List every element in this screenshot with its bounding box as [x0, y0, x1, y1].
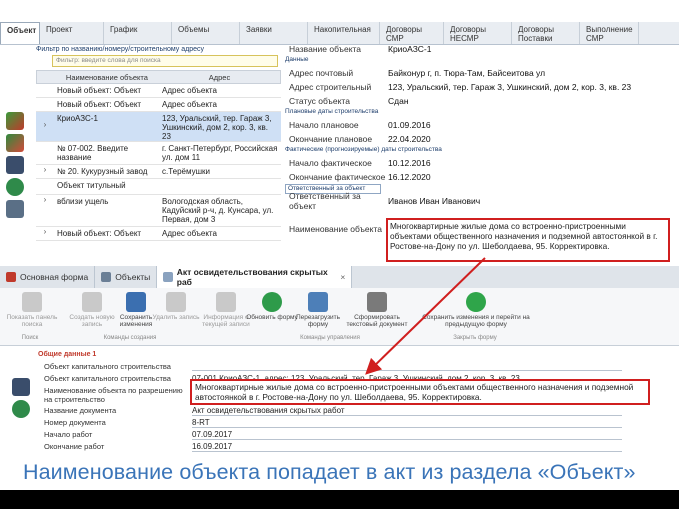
object-details: Название объекта КриоАЗС-1 Данные Адрес п…	[283, 42, 679, 236]
field-start: Начало работ 07.09.2017	[44, 430, 622, 440]
bottom-bar	[0, 490, 679, 509]
table-row[interactable]: › вблизи ущель Вологодская область, Кадуйс…	[36, 195, 281, 227]
group-data: Данные	[285, 56, 309, 63]
table-row[interactable]: № 07-002. Введите название г. Санкт-Петер…	[36, 142, 281, 165]
document-icon	[163, 272, 173, 282]
ribbon-toolbar: Показать панель поиска Создать новую зап…	[0, 288, 679, 346]
object-screen: Объект Проект График Объемы Заявки Накоп…	[0, 0, 679, 262]
info-icon	[216, 292, 236, 312]
printer-icon	[367, 292, 387, 312]
new-record-icon	[82, 292, 102, 312]
field-doc-number: Номер документа 8-RT	[44, 418, 622, 428]
field-end: Окончание работ 16.09.2017	[44, 442, 622, 452]
tab-project[interactable]: Проект	[40, 22, 104, 44]
table-row[interactable]: Новый объект: Объект Адрес объекта	[36, 84, 281, 98]
table-row[interactable]: › Новый объект: Объект Адрес объекта	[36, 227, 281, 241]
field-postal-address: Адрес почтовый Байконур г, п. Тюра-Там, Б…	[289, 68, 546, 78]
show-search-button[interactable]: Показать панель поиска	[6, 292, 58, 328]
group-create: Команды создания	[103, 335, 157, 341]
objects-icon	[101, 272, 112, 282]
left-toolbar	[6, 112, 28, 222]
grid-header: Наименование объекта Адрес	[36, 70, 281, 84]
tab-act[interactable]: Акт освидетельствования скрытых раб ×	[157, 266, 353, 288]
save-icon[interactable]	[6, 156, 24, 174]
save-and-back-button[interactable]: Сохранить изменения и перейти на предыду…	[418, 292, 534, 328]
group-manage: Команды управления	[300, 335, 360, 341]
form-icon	[6, 272, 16, 282]
field-name: Название объекта КриоАЗС-1	[289, 44, 432, 54]
tab-contracts-smr[interactable]: Договоры СМР	[380, 22, 444, 44]
field-build-address: Адрес строительный 123, Уральский, тер. Г…	[289, 82, 632, 92]
field-status: Статус объекта Сдан	[289, 96, 409, 106]
table-row-selected[interactable]: › КриоАЗС-1 123, Уральский, тер. Гараж 3, …	[36, 112, 281, 142]
table-row[interactable]: Новый объект: Объект Адрес объекта	[36, 98, 281, 112]
field-permit-name: Наименование объекта по разрешению на ст…	[44, 386, 183, 404]
filter-label: Фильтр по названию/номеру/строительному …	[36, 46, 204, 53]
caption-text: Наименование объекта попадает в акт из р…	[23, 460, 636, 484]
caption: Наименование объекта попадает в акт из р…	[0, 456, 679, 490]
search-panel-icon	[22, 292, 42, 312]
copy-object-icon[interactable]	[6, 134, 24, 152]
field-fact-end: Окончание фактическое 16.12.2020	[289, 172, 431, 182]
save-icon[interactable]	[12, 378, 30, 396]
refresh-form-button[interactable]: Обновить форму	[246, 292, 298, 321]
object-description-highlight[interactable]: Многоквартирные жилые дома со встроенно-…	[386, 218, 670, 262]
tab-main-form[interactable]: Основная форма	[0, 266, 96, 288]
tab-volumes[interactable]: Объемы	[172, 22, 240, 44]
delete-icon[interactable]	[6, 200, 24, 218]
record-info-button[interactable]: Информация о текущей записи	[200, 292, 252, 328]
tab-contracts-nesmr[interactable]: Договоры НЕСМР	[444, 22, 512, 44]
act-screen: Основная форма Объекты Акт освидетельств…	[0, 266, 679, 462]
checkmark-icon	[466, 292, 486, 312]
permit-name-highlight[interactable]: Многоквартирные жилые дома со встроенно-…	[190, 379, 650, 405]
tab-schedule[interactable]: График	[104, 22, 172, 44]
tab-object[interactable]: Объект	[0, 22, 40, 44]
filter-panel: Фильтр по названию/номеру/строительному …	[36, 46, 281, 67]
reload-icon	[308, 292, 328, 312]
document-tabs: Основная форма Объекты Акт освидетельств…	[0, 266, 679, 288]
generate-document-button[interactable]: Сформировать текстовый документ	[342, 292, 412, 328]
form-toolbar	[12, 378, 34, 422]
field-fact-start: Начало фактическое 10.12.2016	[289, 158, 431, 168]
section-title: Общие данные 1	[38, 351, 97, 358]
reload-form-button[interactable]: Перезагрузить форму	[292, 292, 344, 328]
field-doc-name: Название документа Акт освидетельствовани…	[44, 406, 622, 416]
add-object-icon[interactable]	[6, 112, 24, 130]
refresh-icon	[262, 292, 282, 312]
group-search: Поиск	[21, 335, 39, 341]
refresh-icon[interactable]	[12, 400, 30, 418]
filter-input[interactable]: Фильтр: введите слова для поиска	[52, 55, 278, 67]
col-header-address[interactable]: Адрес	[159, 71, 280, 83]
tab-contracts-supply[interactable]: Договоры Поставки	[512, 22, 580, 44]
field-responsible: Ответственный за объект Иванов Иван Ивано…	[289, 191, 481, 211]
table-row[interactable]: › № 20. Кукурузный завод с.Терёмушки	[36, 165, 281, 179]
tab-objects[interactable]: Объекты	[95, 266, 158, 288]
group-plan-dates: Плановые даты строительства	[285, 108, 379, 115]
col-header-name[interactable]: Наименование объекта	[55, 71, 159, 83]
field-cap-object: Объект капитального строительства	[44, 362, 622, 371]
save-icon	[126, 292, 146, 312]
tab-smr-execution[interactable]: Выполнение СМР	[580, 22, 639, 44]
delete-icon	[166, 292, 186, 312]
refresh-icon[interactable]	[6, 178, 24, 196]
group-fact-dates: Фактические (прогнозируемые) даты строит…	[285, 146, 442, 153]
group-close: Закрыть форму	[453, 335, 497, 341]
tab-requests[interactable]: Заявки	[240, 22, 308, 44]
field-plan-end: Окончание плановое 22.04.2020	[289, 134, 431, 144]
field-plan-start: Начало плановое 01.09.2016	[289, 120, 431, 130]
close-icon[interactable]: ×	[340, 272, 345, 282]
table-row[interactable]: Объект титульный	[36, 179, 281, 195]
objects-grid: Наименование объекта Адрес Новый объект:…	[36, 70, 281, 241]
delete-record-button[interactable]: Удалить запись	[150, 292, 202, 321]
tab-cumulative[interactable]: Накопительная	[308, 22, 380, 44]
